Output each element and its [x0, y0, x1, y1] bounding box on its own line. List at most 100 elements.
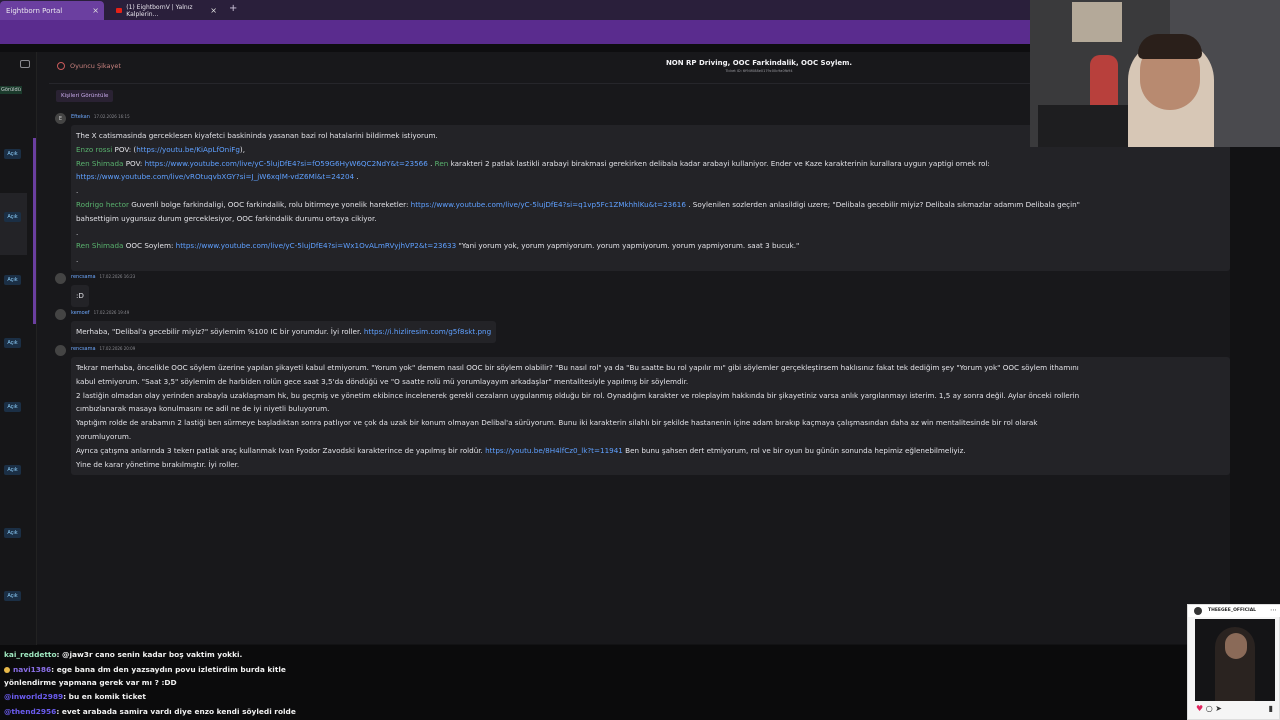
message-link[interactable]: https://youtu.be/8H4lfCz0_lk?t=11941	[485, 446, 623, 455]
status-badge-open[interactable]: Açık	[4, 402, 21, 412]
message-body: Tekrar merhaba, öncelikle OOC söylem üze…	[71, 357, 1230, 476]
message-link[interactable]: https://www.youtube.com/live/yC-5lujDfE4…	[176, 241, 457, 250]
chat-badge-icon	[4, 667, 10, 673]
message-link[interactable]: https://www.youtube.com/live/yC-5lujDfE4…	[145, 159, 428, 168]
message-text: karakteri 2 patlak lastikli arabayi bira…	[448, 158, 990, 168]
message-text: Guvenli bolge farkindaligi, OOC farkinda…	[128, 199, 411, 209]
status-badge-seen: Görüldü	[0, 86, 22, 94]
message-text: .	[76, 255, 79, 265]
message-text: Merhaba, "Delibal'a gecebilir miyiz?" sö…	[76, 327, 364, 336]
avatar	[55, 309, 66, 320]
photo-face	[1225, 633, 1247, 659]
close-tab-icon[interactable]: ×	[210, 6, 217, 15]
chat-message: kai_reddetto: @jaw3r cano senin kadar bo…	[4, 650, 242, 659]
message-text: Ben bunu şahsen dert etmiyorum, rol ve b…	[622, 445, 966, 455]
chat-username: navi1386	[13, 665, 52, 674]
message-link[interactable]: https://i.hizliresim.com/g5f8skt.png	[364, 327, 491, 336]
message-text: Yaptığım rolde de arabamın 2 lastiği ben…	[76, 418, 1038, 428]
message-line: kabul etmiyorum. "Saat 3,5" söylemim de …	[76, 375, 1225, 389]
tab-eightborn-portal[interactable]: Eightborn Portal ×	[0, 1, 104, 20]
avatar: E	[55, 113, 66, 124]
message-line: .	[76, 253, 1225, 267]
message-text: :D	[76, 291, 84, 300]
heart-icon: ♥	[1196, 704, 1204, 713]
status-badge-open[interactable]: Açık	[4, 338, 21, 348]
message-author[interactable]: rencsama	[71, 274, 96, 280]
message-author[interactable]: kemoef	[71, 310, 90, 316]
message-text: kabul etmiyorum. "Saat 3,5" söylemim de …	[76, 376, 689, 386]
ticket-list-sidebar	[0, 52, 37, 652]
message-line: Rodrigo hector Guvenli bolge farkindalig…	[76, 198, 1225, 212]
message-body: Merhaba, "Delibal'a gecebilir miyiz?" sö…	[71, 321, 497, 343]
character-mention[interactable]: Enzo rossi	[76, 145, 112, 154]
message-text: .	[427, 158, 435, 168]
status-badge-open[interactable]: Açık	[4, 465, 21, 475]
status-badge-open[interactable]: Açık	[4, 275, 21, 285]
message-text: .	[76, 227, 79, 237]
message-time: 17.02.2026 20:09	[99, 346, 136, 351]
status-badge-open[interactable]: Açık	[4, 528, 21, 538]
tab-youtube[interactable]: (1) EightbornV | Yalnız Kalplerin... ×	[110, 1, 222, 20]
tab-label: (1) EightbornV | Yalnız Kalplerin...	[126, 3, 193, 18]
chat-message: @thend2956: evet arabada samira vardı di…	[4, 707, 296, 716]
message-line: Ayrıca çatışma anlarında 3 tekerı patlak…	[76, 444, 1225, 458]
message-text: POV:	[123, 158, 145, 168]
chat-username: @thend2956	[4, 707, 57, 716]
close-tab-icon[interactable]: ×	[92, 6, 99, 15]
ticket-header: Oyuncu Şikayet NON RP Driving, OOC Farki…	[49, 56, 1029, 78]
instagram-photo	[1195, 619, 1275, 701]
instagram-username: THEEGEE_OFFICIAL	[1208, 608, 1257, 613]
window-icon[interactable]	[20, 60, 30, 68]
message-author[interactable]: Eftekan	[71, 114, 90, 120]
character-mention[interactable]: Ren Shimada	[76, 159, 123, 168]
message-line: Yine de karar yönetime bırakılmıştır. İy…	[76, 458, 1225, 472]
message-text: yorumluyorum.	[76, 431, 132, 441]
message-line: cımbızlanarak masaya konulmasını ne adil…	[76, 402, 1225, 416]
instagram-overlay: THEEGEE_OFFICIAL ⋯ ♥ ○ ➤ ▮	[1187, 604, 1280, 720]
message-text: OOC Soylem:	[123, 241, 176, 251]
message-line: 2 lastiğin olmadan olay yerinden arabayl…	[76, 389, 1225, 403]
message-link[interactable]: https://youtu.be/KiApLfOniFg	[136, 145, 240, 154]
message-line: .	[76, 226, 1225, 240]
new-tab-button[interactable]: +	[229, 3, 237, 14]
status-badge-open[interactable]: Açık	[4, 212, 21, 222]
character-mention[interactable]: Rodrigo hector	[76, 200, 129, 209]
more-icon: ⋯	[1270, 606, 1277, 614]
ticket-id: Ticket ID: 6f94f088e0179c00c9a0fb94	[725, 69, 793, 73]
youtube-icon	[116, 8, 123, 13]
message-text: POV: (	[112, 144, 137, 154]
ticket-list-scrollbar[interactable]	[33, 138, 36, 324]
webcam-foreground	[1038, 105, 1128, 147]
chat-text: : evet arabada samira vardı diye enzo ke…	[56, 707, 296, 716]
ticket-title: NON RP Driving, OOC Farkindalik, OOC Soy…	[665, 59, 853, 67]
user-alert-icon	[57, 62, 65, 70]
message-line: Ren Shimada POV: https://www.youtube.com…	[76, 157, 1225, 171]
message-author[interactable]: rencsama	[71, 346, 96, 352]
message-line: Yaptığım rolde de arabamın 2 lastiği ben…	[76, 416, 1225, 430]
character-mention[interactable]: Ren	[435, 159, 449, 168]
chat-message: navi1386: ege bana dm den yazsaydın povu…	[4, 665, 286, 674]
message-link[interactable]: https://www.youtube.com/live/vROtuqvbXGY…	[76, 172, 354, 181]
message-link[interactable]: https://www.youtube.com/live/yC-5lujDfE4…	[411, 200, 686, 209]
avatar	[1194, 607, 1202, 615]
comment-icon: ○	[1205, 704, 1213, 713]
message-text: 2 lastiğin olmadan olay yerinden arabayl…	[76, 390, 1080, 400]
instagram-actions: ♥ ○ ➤	[1196, 704, 1222, 713]
message-line: Tekrar merhaba, öncelikle OOC söylem üze…	[76, 361, 1225, 375]
chat-message: @inworld2989: bu en komik ticket	[4, 692, 146, 701]
chat-message: yönlendirme yapmana gerek var mı ? :DD	[4, 678, 177, 687]
ticket-category: Oyuncu Şikayet	[70, 62, 121, 70]
character-mention[interactable]: Ren Shimada	[76, 241, 123, 250]
message-line: yorumluyorum.	[76, 430, 1225, 444]
status-badge-open[interactable]: Açık	[4, 149, 21, 159]
message-line: https://www.youtube.com/live/vROtuqvbXGY…	[76, 170, 1225, 184]
view-people-button[interactable]: Kişileri Görüntüle	[56, 90, 114, 102]
avatar	[55, 273, 66, 284]
message-text: .	[76, 186, 79, 196]
message-line: .	[76, 184, 1225, 198]
message-time: 17.02.2026 19:49	[93, 310, 130, 315]
chat-text: : @jaw3r cano senin kadar boş vaktim yok…	[56, 650, 243, 659]
chat-username: @inworld2989	[4, 692, 64, 701]
share-icon: ➤	[1215, 704, 1222, 713]
status-badge-open[interactable]: Açık	[4, 591, 21, 601]
